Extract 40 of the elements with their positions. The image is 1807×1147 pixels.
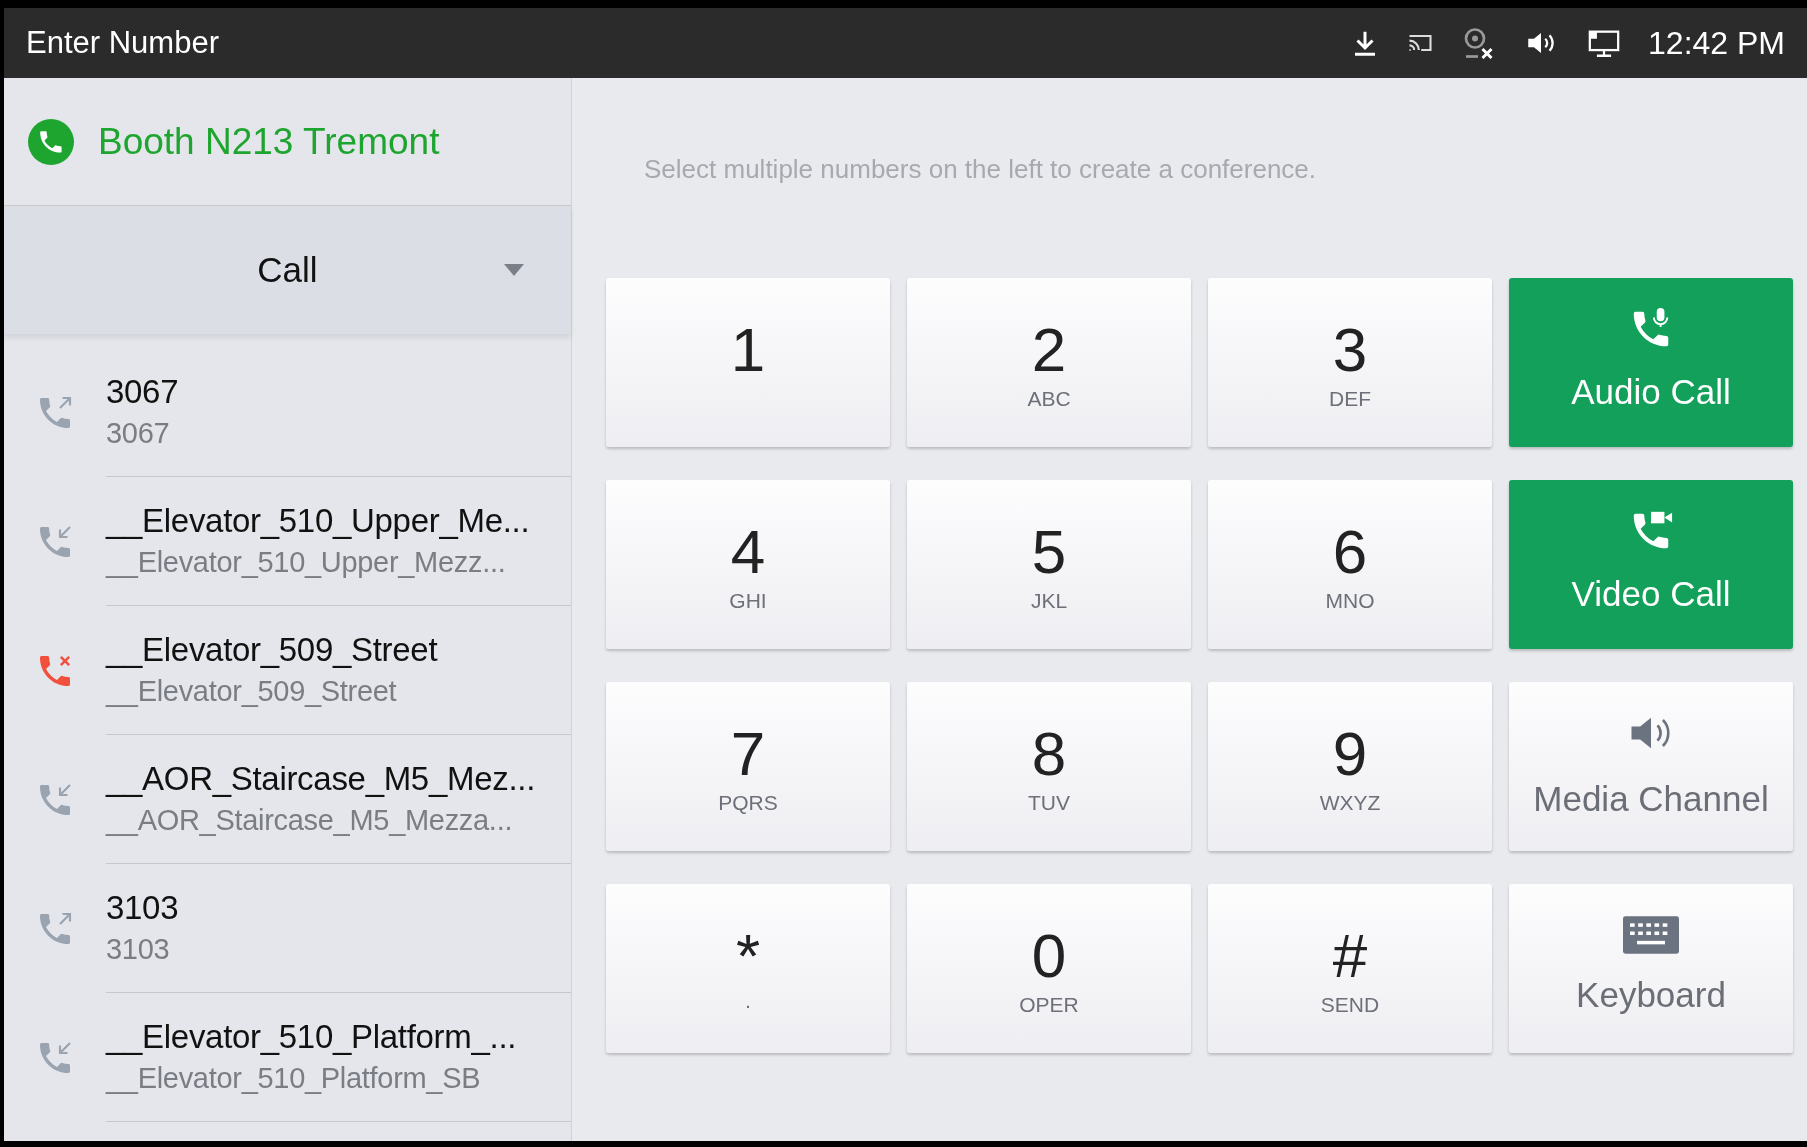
- dial-key[interactable]: 3 DEF: [1208, 278, 1492, 447]
- clock: 12:42 PM: [1648, 24, 1785, 63]
- call-action-button[interactable]: Keyboard: [1509, 884, 1793, 1053]
- contact-number: 3067: [106, 416, 171, 451]
- conference-hint: Select multiple numbers on the left to create a conference.: [644, 153, 1318, 186]
- contact-name: __AOR_Staircase_M5_Mez...: [106, 759, 537, 799]
- call-history-item[interactable]: __Elevator_509_Street __Elevator_509_Street: [4, 606, 571, 735]
- contact-number: __Elevator_509_Street: [106, 674, 398, 709]
- contact-name: __Elevator_510_Upper_Me...: [106, 501, 531, 541]
- caret-icon: [503, 264, 525, 276]
- contact-number: 3103: [106, 932, 171, 967]
- dial-key[interactable]: 4 GHI: [606, 480, 890, 649]
- contact-name: __Elevator_509_Street: [106, 630, 439, 670]
- contact-number: __AOR_Staircase_M5_Mezza...: [106, 803, 514, 838]
- dial-key[interactable]: * ·: [606, 884, 890, 1053]
- screen-title: Enter Number: [26, 23, 219, 62]
- dial-key[interactable]: 1: [606, 278, 890, 447]
- account-name: Booth N213 Tremont: [98, 119, 440, 164]
- call-history-item[interactable]: __Elevator_510_Upper_Me... __Elevator_510_Upper_Mezz...: [4, 477, 571, 606]
- phone-icon: [28, 118, 74, 165]
- call-mode-dropdown[interactable]: Call: [4, 206, 571, 334]
- dial-key[interactable]: 8 TUV: [907, 682, 1191, 851]
- call-history-item[interactable]: __Elevator_510_Platform_... __Elevator_510_Platform_SB: [4, 993, 571, 1122]
- dial-key[interactable]: 5 JKL: [907, 480, 1191, 649]
- dial-key[interactable]: 0 OPER: [907, 884, 1191, 1053]
- dial-key[interactable]: # SEND: [1208, 884, 1492, 1053]
- dial-key[interactable]: 7 PQRS: [606, 682, 890, 851]
- contact-number: __Elevator_510_Platform_SB: [106, 1061, 482, 1096]
- contact-name: __Elevator_510_Platform_...: [106, 1017, 518, 1057]
- contact-number: __Elevator_510_Upper_Mezz...: [106, 545, 507, 580]
- dial-key[interactable]: 2 ABC: [907, 278, 1191, 447]
- call-action-button[interactable]: Media Channel: [1509, 682, 1793, 851]
- call-history-item[interactable]: __AOR_Staircase_M5_Mez... __AOR_Staircase_M5_Mezza...: [4, 735, 571, 864]
- dial-key[interactable]: 6 MNO: [1208, 480, 1492, 649]
- contact-name: 3103: [106, 888, 180, 928]
- contact-name: 3067: [106, 372, 180, 412]
- keyboard-icon: [1623, 915, 1679, 956]
- call-history-item[interactable]: 3103 3103: [4, 864, 571, 993]
- call-history-item[interactable]: 3067 3067: [4, 348, 571, 477]
- dial-key[interactable]: 9 WXYZ: [1208, 682, 1492, 851]
